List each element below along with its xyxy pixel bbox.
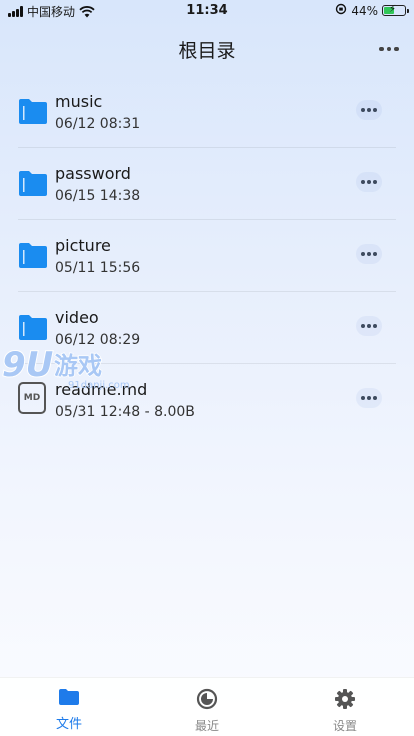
tab-bar: 文件 最近 设置	[0, 677, 414, 736]
item-more-button[interactable]	[356, 388, 382, 408]
item-more-button[interactable]	[356, 316, 382, 336]
battery-percent: 44%	[351, 3, 378, 18]
list-item[interactable]: music 06/12 08:31	[18, 76, 396, 148]
list-item[interactable]: password 06/15 14:38	[18, 148, 396, 220]
tab-label: 文件	[55, 717, 82, 732]
list-item[interactable]: video 06/12 08:29	[18, 292, 396, 364]
more-options-button[interactable]	[378, 38, 400, 60]
status-right: 44% ⚡	[335, 3, 409, 18]
file-name: readme.md	[55, 380, 148, 399]
file-meta: 05/31 12:48 - 8.00B	[55, 404, 195, 420]
folder-icon	[18, 97, 48, 127]
page-title: 根目录	[178, 40, 236, 62]
tab-files[interactable]: 文件	[0, 678, 138, 736]
gear-icon	[334, 688, 356, 714]
file-meta: 06/12 08:31	[55, 116, 141, 132]
file-name: password	[55, 164, 131, 183]
recent-icon	[196, 688, 218, 714]
folder-icon	[18, 241, 48, 271]
file-list: music 06/12 08:31 password 06/15 14:38 p…	[0, 76, 414, 435]
folder-icon	[18, 169, 48, 199]
markdown-file-icon: MD	[18, 382, 46, 414]
folder-icon	[58, 688, 80, 710]
file-name: picture	[55, 236, 111, 255]
folder-icon	[18, 313, 48, 343]
tab-label: 最近	[194, 719, 219, 733]
status-bar: 中国移动 11:34 44% ⚡	[0, 0, 414, 22]
file-meta: 06/15 14:38	[55, 188, 141, 204]
tab-settings[interactable]: 设置	[276, 678, 414, 736]
list-item[interactable]: MD readme.md 05/31 12:48 - 8.00B	[18, 364, 396, 435]
file-meta: 06/12 08:29	[55, 332, 141, 348]
file-name: music	[55, 92, 103, 111]
list-item[interactable]: picture 05/11 15:56	[18, 220, 396, 292]
battery-icon: ⚡	[382, 4, 409, 16]
file-name: video	[55, 308, 99, 327]
orientation-lock-icon	[335, 3, 347, 18]
item-more-button[interactable]	[356, 172, 382, 192]
item-more-button[interactable]	[356, 244, 382, 264]
file-meta: 05/11 15:56	[55, 260, 141, 276]
tab-label: 设置	[332, 719, 357, 733]
tab-recent[interactable]: 最近	[138, 678, 276, 736]
nav-bar: 根目录	[0, 30, 414, 70]
item-more-button[interactable]	[356, 100, 382, 120]
